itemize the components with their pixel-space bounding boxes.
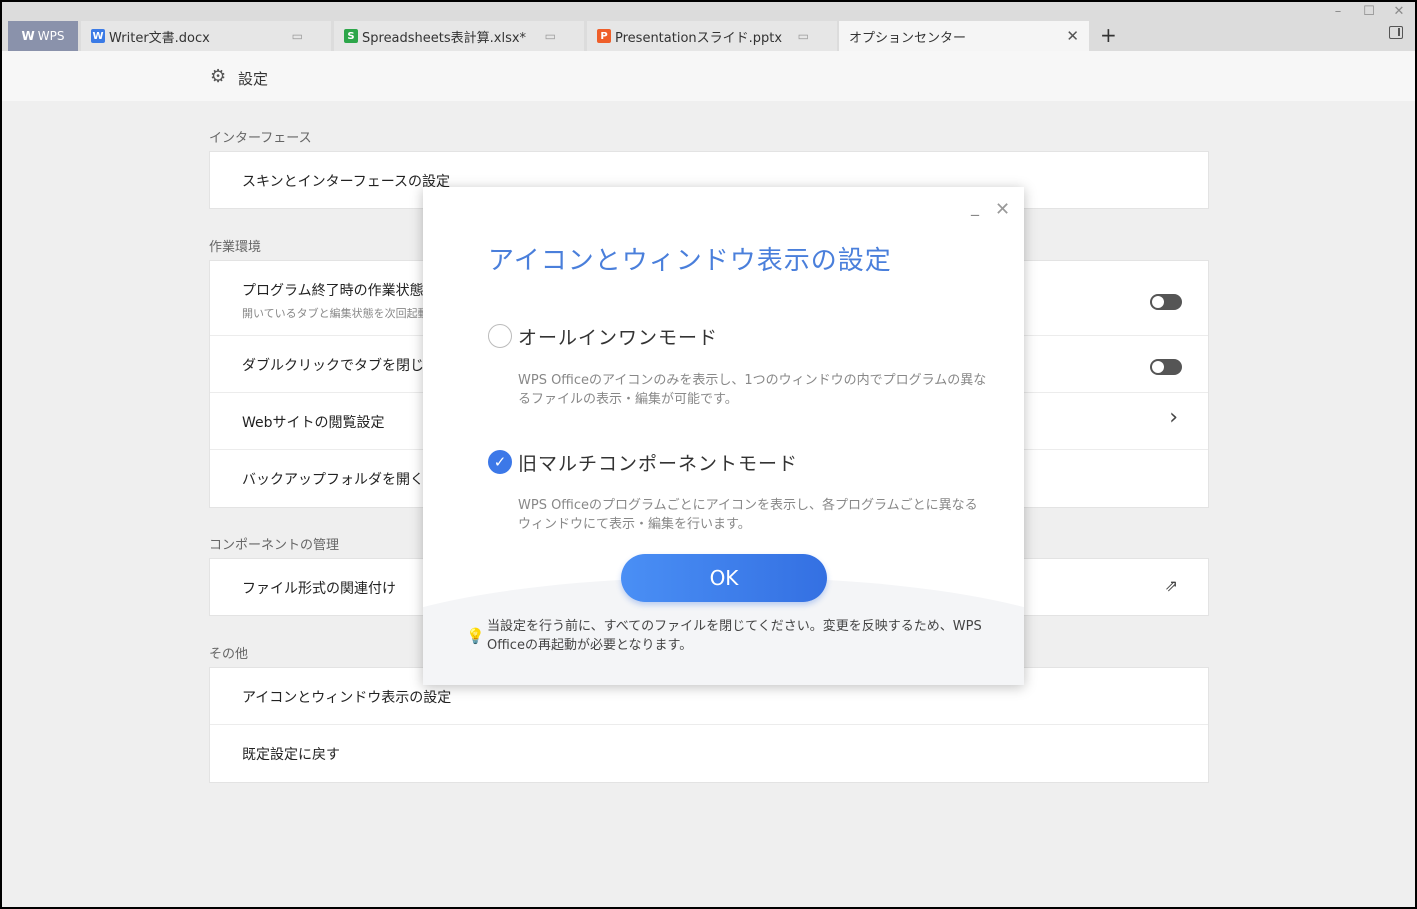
setting-label: バックアップフォルダを開く (242, 472, 424, 488)
tab-presentation[interactable]: P Presentationスライド.pptx ▭ (587, 21, 837, 51)
page-title: 設定 (238, 70, 269, 88)
setting-sublabel: 開いているタブと編集状態を次回起動 (242, 307, 429, 320)
new-tab-button[interactable]: + (1100, 23, 1117, 47)
sidebar-toggle-icon[interactable] (1389, 26, 1403, 39)
setting-label: アイコンとウィンドウ表示の設定 (242, 690, 452, 706)
close-icon[interactable]: ✕ (1066, 27, 1079, 45)
window-close-button[interactable]: ✕ (1388, 4, 1410, 19)
restart-note: 当設定を行う前に、すべてのファイルを閉じてください。変更を反映するため、WPS … (487, 619, 982, 653)
setting-label: ダブルクリックでタブを閉じる (242, 358, 438, 374)
monitor-icon[interactable]: ▭ (292, 29, 303, 43)
tab-spreadsheet[interactable]: S Spreadsheets表計算.xlsx* ▭ (334, 21, 584, 51)
section-title-components: コンポーネントの管理 (209, 538, 340, 553)
dialog-close-button[interactable]: ✕ (995, 199, 1010, 220)
dialog-minimize-button[interactable]: _ (971, 197, 979, 216)
setting-row-restore-defaults[interactable]: 既定設定に戻す (210, 725, 1208, 782)
tab-writer[interactable]: W Writer文書.docx ▭ (81, 21, 331, 51)
tab-label: オプションセンター (849, 30, 967, 46)
option-desc-multi-component: WPS Officeのプログラムごとにアイコンを表示し、各プログラムごとに異なる… (518, 498, 978, 532)
section-title-interface: インターフェース (209, 131, 312, 146)
setting-label: 既定設定に戻す (242, 747, 340, 763)
lightbulb-icon: 💡 (466, 627, 485, 645)
writer-icon: W (91, 29, 105, 43)
dblclick-close-toggle[interactable] (1150, 359, 1182, 375)
option-desc-all-in-one: WPS Officeのアイコンのみを表示し、1つのウィンドウの内でプログラムの異… (518, 373, 987, 407)
tab-label: Spreadsheets表計算.xlsx* (362, 30, 527, 46)
monitor-icon[interactable]: ▭ (798, 29, 809, 43)
tab-bar: – ☐ ✕ W WPS W Writer文書.docx ▭ S Spreadsh… (2, 2, 1415, 51)
tab-label: Presentationスライド.pptx (615, 30, 783, 46)
presentation-icon: P (597, 29, 611, 43)
dialog-title: アイコンとウィンドウ表示の設定 (488, 246, 892, 276)
external-link-icon: ⇗ (1164, 576, 1178, 595)
maximize-button[interactable]: ☐ (1358, 4, 1380, 19)
setting-label: Webサイトの閲覧設定 (242, 415, 385, 431)
ok-button[interactable]: OK (621, 554, 827, 602)
radio-multi-component[interactable]: ✓ (488, 450, 512, 474)
gear-icon: ⚙ (210, 66, 227, 87)
radio-all-in-one[interactable] (488, 324, 512, 348)
minimize-button[interactable]: – (1327, 4, 1349, 19)
app-window: – ☐ ✕ W WPS W Writer文書.docx ▭ S Spreadsh… (2, 2, 1415, 907)
wps-logo-icon: W (21, 29, 35, 43)
monitor-icon[interactable]: ▭ (545, 29, 556, 43)
section-title-work-env: 作業環境 (209, 240, 262, 255)
setting-label: プログラム終了時の作業状態を (242, 283, 438, 299)
save-state-toggle[interactable] (1150, 294, 1182, 310)
setting-label: ファイル形式の関連付け (242, 581, 396, 597)
option-label-multi-component[interactable]: 旧マルチコンポーネントモード (518, 449, 798, 476)
tab-wps-home[interactable]: W WPS (8, 21, 78, 51)
setting-label: スキンとインターフェースの設定 (242, 174, 451, 190)
tab-label: Writer文書.docx (109, 30, 210, 46)
option-label-all-in-one[interactable]: オールインワンモード (518, 323, 718, 350)
settings-header: ⚙ 設定 (2, 51, 1415, 101)
spreadsheet-icon: S (344, 29, 358, 43)
tab-label: WPS (37, 29, 65, 43)
tab-options-center[interactable]: オプションセンター ✕ (839, 21, 1089, 51)
chevron-right-icon: › (1169, 405, 1178, 430)
section-title-other: その他 (209, 647, 249, 662)
icon-window-settings-dialog: _ ✕ アイコンとウィンドウ表示の設定 オールインワンモード WPS Offic… (423, 187, 1024, 685)
